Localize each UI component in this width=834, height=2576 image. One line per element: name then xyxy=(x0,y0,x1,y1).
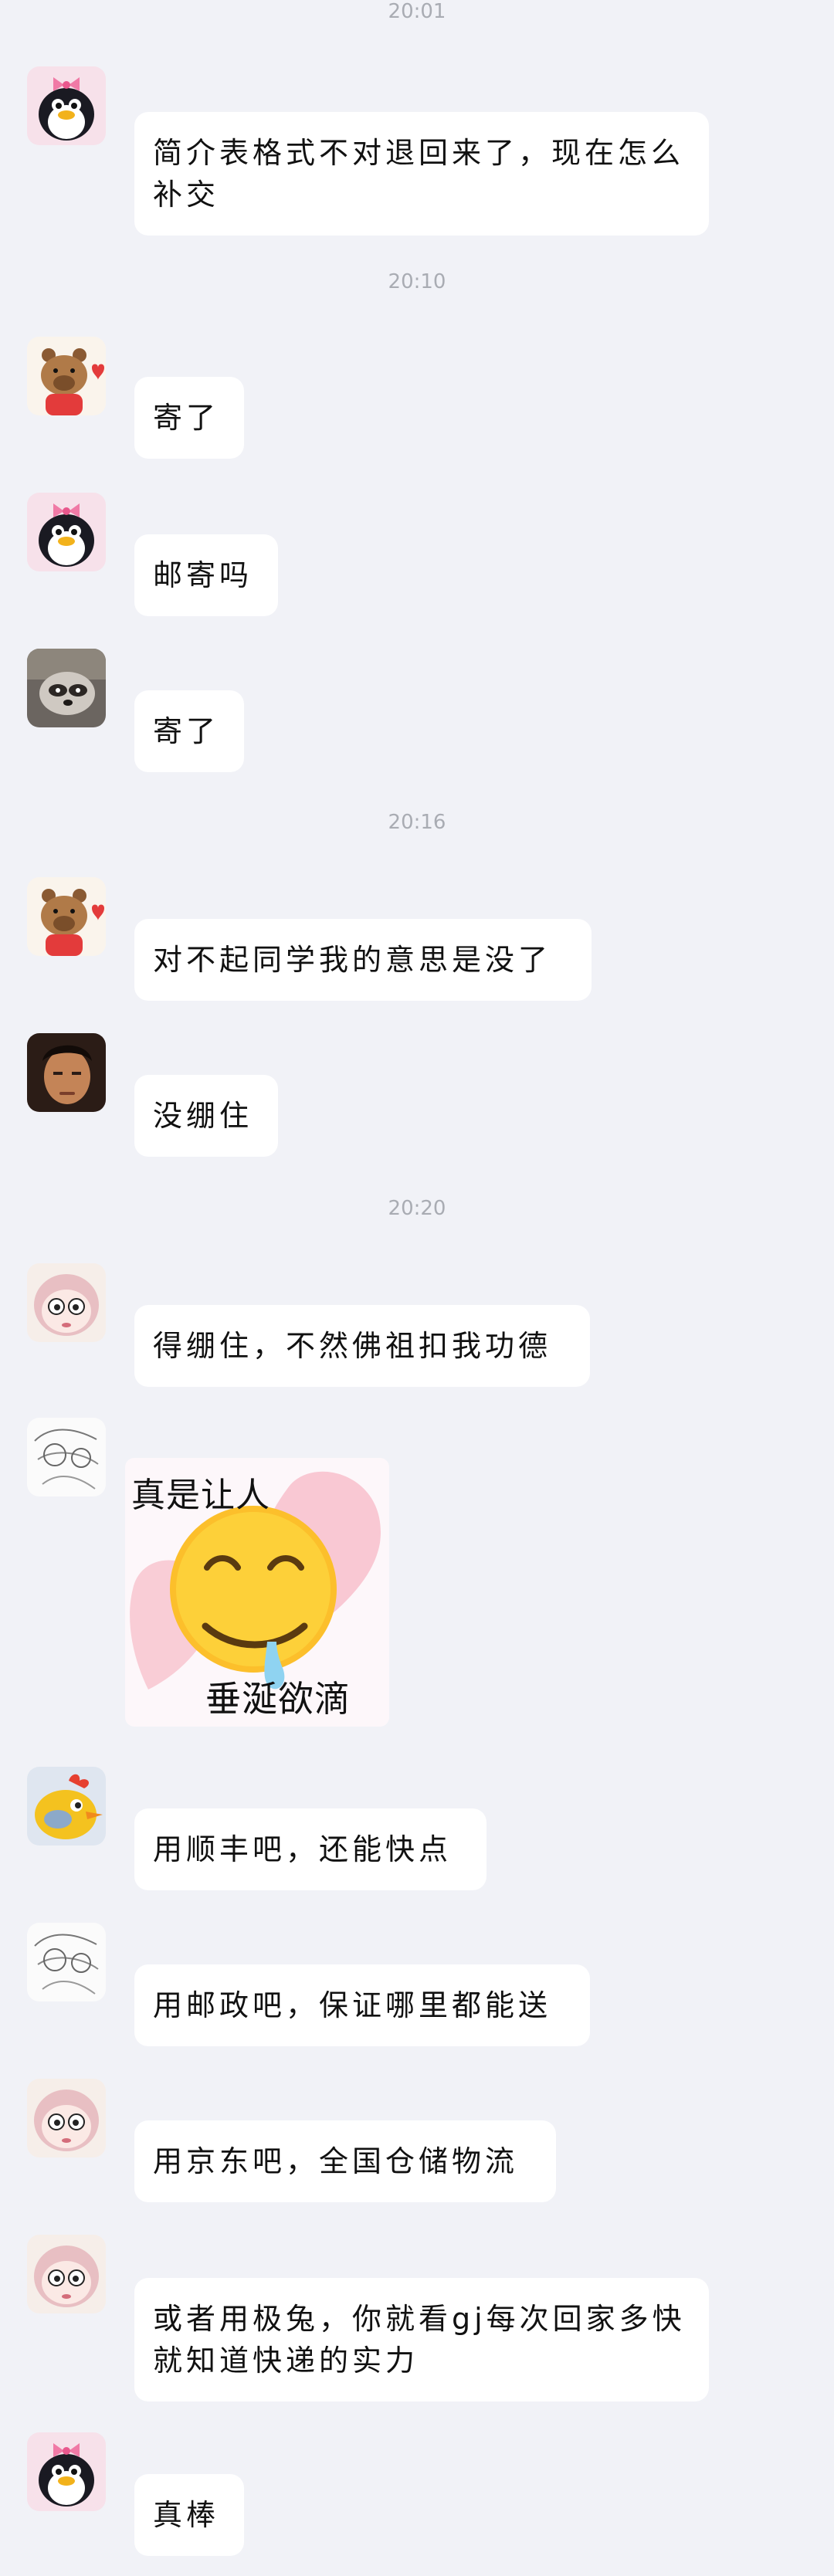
message-bubble[interactable]: 邮寄吗 xyxy=(134,534,278,616)
avatar-penguin[interactable] xyxy=(27,2432,106,2511)
sticker-caption-top: 真是让人 xyxy=(131,1476,270,1515)
penguin-avatar-icon xyxy=(27,493,106,571)
timestamp: 20:10 xyxy=(388,270,446,293)
sticker-image[interactable]: 真是让人 垂涎欲滴 xyxy=(125,1458,389,1727)
message-bubble[interactable]: 没绷住 xyxy=(134,1075,278,1157)
timestamp: 20:20 xyxy=(388,1197,446,1220)
avatar-capybara[interactable] xyxy=(27,877,106,956)
avatar-person[interactable] xyxy=(27,1033,106,1112)
timestamp: 20:01 xyxy=(388,0,446,23)
message-bubble[interactable]: 用邮政吧，保证哪里都能送 xyxy=(134,1964,590,2046)
message-bubble[interactable]: 真棒 xyxy=(134,2474,244,2556)
timestamp: 20:16 xyxy=(388,811,446,834)
capybara-avatar-icon xyxy=(27,337,106,415)
message-bubble[interactable]: 寄了 xyxy=(134,377,244,459)
message-bubble[interactable]: 简介表格式不对退回来了，现在怎么补交 xyxy=(134,112,709,236)
message-bubble[interactable]: 用京东吧，全国仓储物流 xyxy=(134,2120,556,2202)
yellow-bird-avatar-icon xyxy=(27,1767,106,1846)
sticker-caption-bottom: 垂涎欲滴 xyxy=(205,1678,351,1720)
penguin-avatar-icon xyxy=(27,2432,106,2511)
blush-face-avatar-icon xyxy=(27,2235,106,2313)
avatar-blush-face[interactable] xyxy=(27,2079,106,2157)
blush-face-avatar-icon xyxy=(27,2079,106,2157)
person-avatar-icon xyxy=(27,1033,106,1112)
message-bubble[interactable]: 或者用极兔，你就看gj每次回家多快就知道快递的实力 xyxy=(134,2278,709,2401)
avatar-penguin[interactable] xyxy=(27,66,106,145)
chat-screen: { "timestamps": ["20:01", "20:10", "20:1… xyxy=(0,0,834,2576)
avatar-blush-face[interactable] xyxy=(27,2235,106,2313)
penguin-avatar-icon xyxy=(27,66,106,145)
capybara-avatar-icon xyxy=(27,877,106,956)
avatar-sketch[interactable] xyxy=(27,1923,106,2001)
avatar-sketch[interactable] xyxy=(27,1418,106,1496)
sketch-avatar-icon xyxy=(27,1418,106,1496)
avatar-penguin[interactable] xyxy=(27,493,106,571)
message-bubble[interactable]: 寄了 xyxy=(134,690,244,772)
message-bubble[interactable]: 得绷住，不然佛祖扣我功德 xyxy=(134,1305,590,1387)
avatar-capybara[interactable] xyxy=(27,337,106,415)
raccoon-avatar-icon xyxy=(27,649,106,727)
avatar-yellow-bird[interactable] xyxy=(27,1767,106,1846)
blush-face-avatar-icon xyxy=(27,1263,106,1342)
avatar-blush-face[interactable] xyxy=(27,1263,106,1342)
message-bubble[interactable]: 对不起同学我的意思是没了 xyxy=(134,919,592,1001)
sketch-avatar-icon xyxy=(27,1923,106,2001)
message-bubble[interactable]: 用顺丰吧，还能快点 xyxy=(134,1808,486,1890)
avatar-raccoon[interactable] xyxy=(27,649,106,727)
